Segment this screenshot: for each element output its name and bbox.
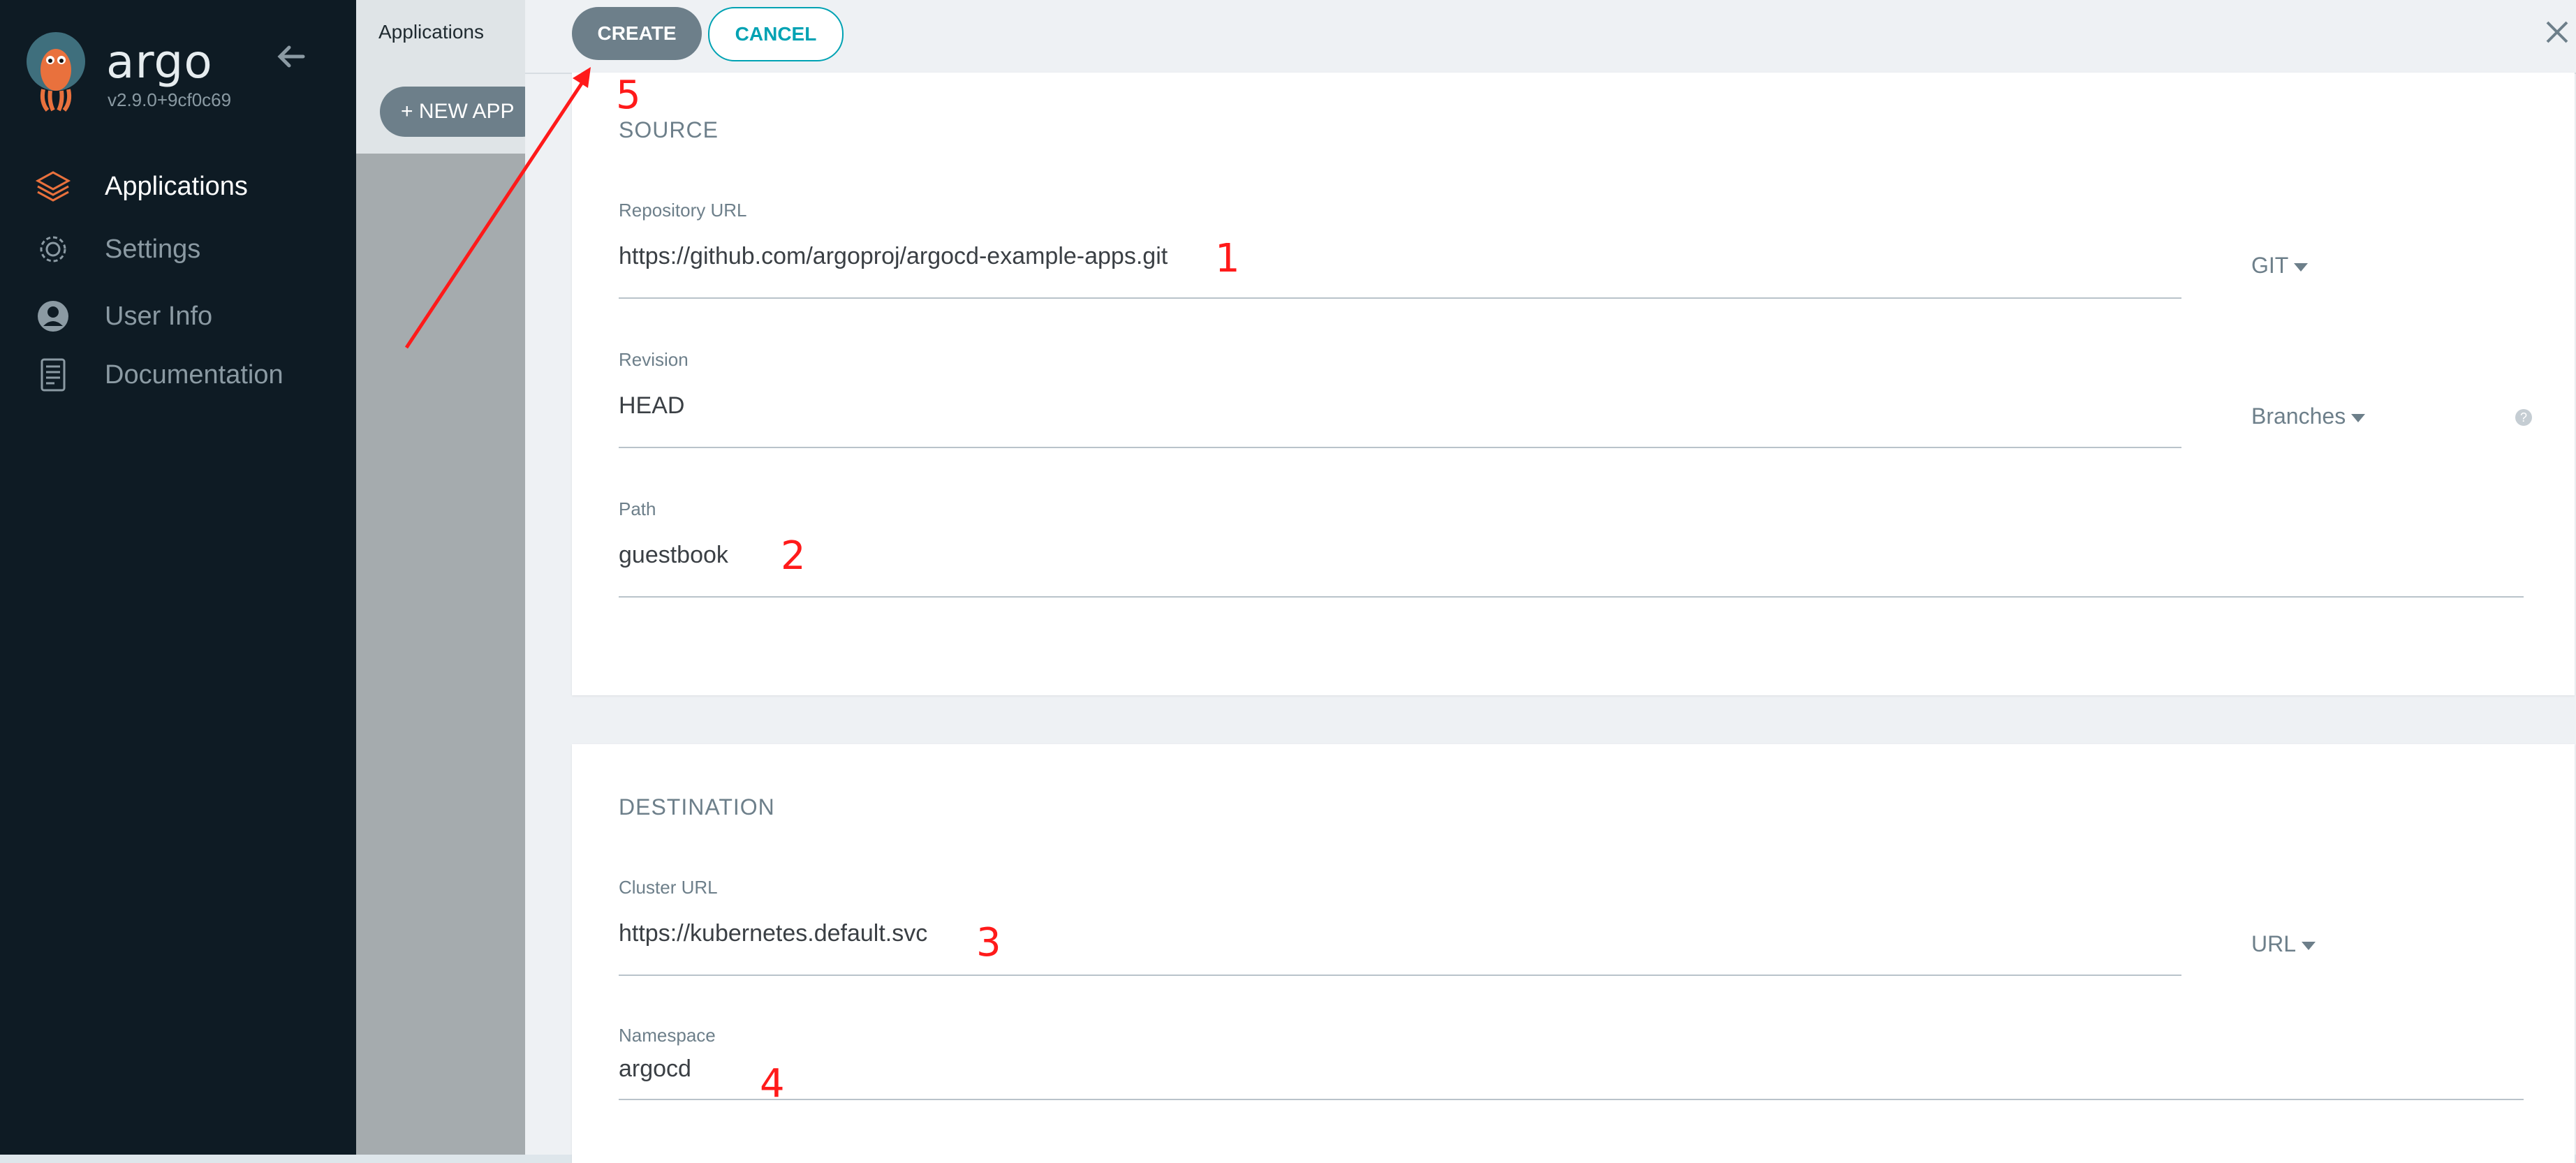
caret-down-icon bbox=[2351, 413, 2366, 422]
new-app-button[interactable]: + NEW APP bbox=[380, 87, 547, 137]
sidebar-item-applications[interactable]: Applications bbox=[34, 162, 248, 211]
revision-type-value: Branches bbox=[2251, 403, 2346, 429]
sidebar-item-label: Applications bbox=[105, 171, 248, 201]
collapse-sidebar-icon[interactable] bbox=[274, 39, 309, 74]
sidebar-item-settings[interactable]: Settings bbox=[34, 225, 200, 274]
annotation-number: 1 bbox=[1215, 236, 1240, 281]
sidebar-item-label: User Info bbox=[105, 301, 213, 331]
repo-type-dropdown[interactable]: GIT bbox=[2251, 253, 2309, 279]
sidebar: argo v2.9.0+9cf0c69 Applications Setting… bbox=[0, 0, 356, 1155]
namespace-label: Namespace bbox=[619, 1025, 716, 1046]
revision-input[interactable]: HEAD bbox=[619, 392, 684, 420]
document-icon bbox=[41, 358, 66, 392]
sidebar-item-documentation[interactable]: Documentation bbox=[34, 350, 284, 399]
source-section: SOURCE Repository URL https://github.com… bbox=[572, 73, 2575, 695]
version-label: v2.9.0+9cf0c69 bbox=[108, 89, 232, 110]
close-icon[interactable] bbox=[2543, 18, 2571, 46]
revision-type-dropdown[interactable]: Branches bbox=[2251, 403, 2366, 429]
repository-url-label: Repository URL bbox=[619, 200, 747, 221]
annotation-number: 2 bbox=[781, 533, 806, 579]
input-underline bbox=[619, 975, 2181, 976]
destination-section: DESTINATION Cluster URL https://kubernet… bbox=[572, 744, 2575, 1163]
cluster-type-dropdown[interactable]: URL bbox=[2251, 931, 2316, 957]
sidebar-item-label: Settings bbox=[105, 234, 201, 264]
path-label: Path bbox=[619, 498, 656, 519]
help-icon[interactable]: ? bbox=[2515, 409, 2532, 426]
annotation-number: 5 bbox=[616, 73, 641, 118]
annotation-number: 4 bbox=[760, 1061, 785, 1106]
section-title: DESTINATION bbox=[619, 794, 775, 820]
sidebar-item-user-info[interactable]: User Info bbox=[34, 292, 212, 341]
caret-down-icon bbox=[2294, 262, 2309, 272]
cluster-url-input[interactable]: https://kubernetes.default.svc bbox=[619, 920, 927, 947]
input-underline bbox=[619, 1099, 2524, 1100]
panel-toolbar: CREATE CANCEL bbox=[525, 0, 2576, 74]
brand-name: argo bbox=[106, 35, 213, 89]
sidebar-item-label: Documentation bbox=[105, 360, 284, 390]
revision-label: Revision bbox=[619, 349, 689, 370]
page-title: Applications bbox=[378, 21, 484, 43]
repo-type-value: GIT bbox=[2251, 253, 2289, 278]
cancel-button[interactable]: CANCEL bbox=[708, 7, 844, 61]
applications-page-backdrop: Applications + NEW APP bbox=[356, 0, 547, 1155]
cluster-type-value: URL bbox=[2251, 931, 2297, 956]
repository-url-input[interactable]: https://github.com/argoproj/argocd-examp… bbox=[619, 243, 1168, 270]
namespace-input[interactable]: argocd bbox=[619, 1055, 691, 1083]
input-underline bbox=[619, 297, 2181, 299]
create-button[interactable]: CREATE bbox=[572, 7, 702, 60]
path-input[interactable]: guestbook bbox=[619, 542, 728, 569]
section-title: SOURCE bbox=[619, 117, 719, 142]
caret-down-icon bbox=[2302, 941, 2316, 950]
input-underline bbox=[619, 596, 2524, 598]
layers-icon bbox=[35, 171, 71, 202]
argo-logo-icon[interactable] bbox=[22, 31, 89, 114]
gear-icon bbox=[40, 236, 66, 262]
create-app-panel: CREATE CANCEL SOURCE Repository URL http… bbox=[525, 0, 2576, 1163]
annotation-number: 3 bbox=[976, 920, 1001, 965]
user-icon bbox=[38, 301, 68, 332]
input-underline bbox=[619, 447, 2181, 448]
cluster-url-label: Cluster URL bbox=[619, 877, 718, 898]
